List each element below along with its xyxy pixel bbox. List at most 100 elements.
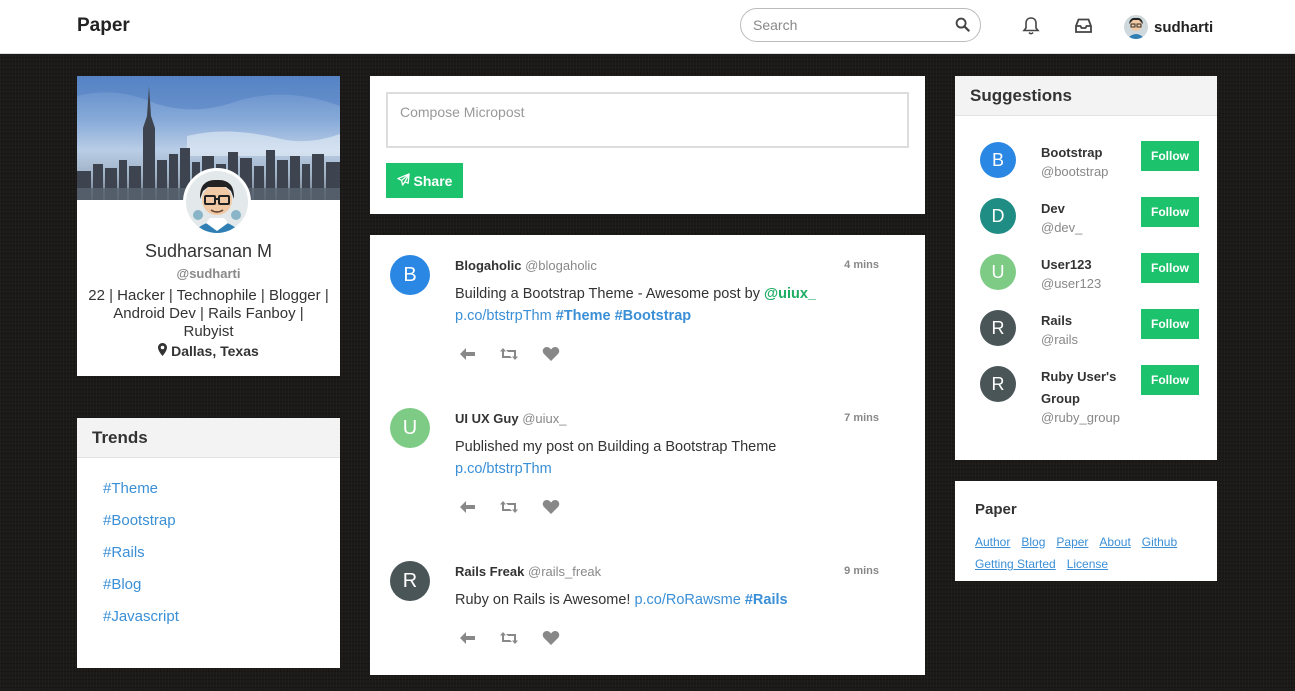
post-author[interactable]: Rails Freak xyxy=(455,564,524,579)
footer-link-blog[interactable]: Blog xyxy=(1021,535,1045,549)
post-body: Published my post on Building a Bootstra… xyxy=(455,436,885,480)
trend-link[interactable]: #Rails xyxy=(103,544,145,561)
post-link[interactable]: p.co/RoRawsme xyxy=(634,592,740,608)
post-avatar[interactable]: B xyxy=(390,255,430,295)
suggestion-item: U User123 @user123 Follow xyxy=(955,253,1217,310)
suggestion-avatar[interactable]: U xyxy=(980,254,1016,290)
post-link[interactable]: p.co/btstrpThm xyxy=(455,308,552,324)
retweet-icon[interactable] xyxy=(498,345,520,363)
trends-title: Trends xyxy=(77,418,340,458)
suggestion-name[interactable]: Dev xyxy=(1041,198,1131,220)
compose-micropost-input[interactable] xyxy=(386,92,909,148)
post-mention[interactable]: @uiux_ xyxy=(764,286,816,302)
trend-link[interactable]: #Javascript xyxy=(103,608,179,625)
suggestion-name[interactable]: User123 xyxy=(1041,254,1131,276)
search-icon[interactable] xyxy=(955,17,970,37)
retweet-icon[interactable] xyxy=(498,629,520,647)
profile-avatar[interactable] xyxy=(183,168,251,236)
post-actions xyxy=(456,498,562,516)
inbox-icon[interactable] xyxy=(1074,17,1093,39)
top-navbar: Paper sudharti xyxy=(0,0,1295,54)
footer-link-about[interactable]: About xyxy=(1099,535,1130,549)
trends-panel: Trends #Theme #Bootstrap #Rails #Blog #J… xyxy=(77,418,340,668)
footer-card: Paper Author Blog Paper About Github Getting … xyxy=(955,481,1217,581)
follow-button[interactable]: Follow xyxy=(1141,309,1199,339)
footer-link-github[interactable]: Github xyxy=(1142,535,1177,549)
suggestion-name[interactable]: Ruby User's Group xyxy=(1041,366,1131,410)
post-hashtag[interactable]: #Theme xyxy=(556,308,611,324)
avatar xyxy=(1124,15,1148,39)
post-body: Ruby on Rails is Awesome! p.co/RoRawsme … xyxy=(455,589,885,611)
post-link[interactable]: p.co/btstrpThm xyxy=(455,461,552,477)
username: sudharti xyxy=(1154,18,1214,36)
post-meta: Blogaholic @blogaholic xyxy=(455,258,597,273)
suggestion-item: R Ruby User's Group @ruby_group Follow xyxy=(955,365,1217,425)
follow-button[interactable]: Follow xyxy=(1141,365,1199,395)
suggestion-name[interactable]: Rails xyxy=(1041,310,1131,332)
post-avatar[interactable]: U xyxy=(390,408,430,448)
suggestion-handle: @user123 xyxy=(1041,276,1102,291)
follow-button[interactable]: Follow xyxy=(1141,197,1199,227)
feed-post: U UI UX Guy @uiux_ 7 mins Published my p… xyxy=(370,388,925,538)
location-text: Dallas, Texas xyxy=(171,343,259,359)
profile-bio: 22 | Hacker | Technophile | Blogger | An… xyxy=(88,287,329,340)
post-meta: Rails Freak @rails_freak xyxy=(455,564,601,579)
post-text: Published my post on Building a Bootstra… xyxy=(455,439,777,455)
follow-button[interactable]: Follow xyxy=(1141,253,1199,283)
footer-links: Author Blog Paper About Github Getting Starte… xyxy=(975,531,1205,575)
suggestion-handle: @rails xyxy=(1041,332,1079,347)
post-handle[interactable]: @blogaholic xyxy=(525,258,597,273)
footer-link-author[interactable]: Author xyxy=(975,535,1010,549)
post-author[interactable]: UI UX Guy xyxy=(455,411,519,426)
post-actions xyxy=(456,345,562,363)
suggestion-avatar[interactable]: R xyxy=(980,310,1016,346)
post-hashtag[interactable]: #Bootstrap xyxy=(615,308,692,324)
reply-icon[interactable] xyxy=(456,345,478,363)
post-time: 7 mins xyxy=(844,412,879,424)
post-time: 4 mins xyxy=(844,259,879,271)
trend-link[interactable]: #Bootstrap xyxy=(103,512,176,529)
share-button[interactable]: Share xyxy=(386,163,463,198)
profile-location: Dallas, Texas xyxy=(77,343,340,359)
suggestion-avatar[interactable]: B xyxy=(980,142,1016,178)
reply-icon[interactable] xyxy=(456,629,478,647)
post-body: Building a Bootstrap Theme - Awesome pos… xyxy=(455,283,885,327)
trend-link[interactable]: #Blog xyxy=(103,576,141,593)
user-menu[interactable]: sudharti xyxy=(1124,14,1213,40)
reply-icon[interactable] xyxy=(456,498,478,516)
share-label: Share xyxy=(413,172,453,189)
search-box xyxy=(740,8,981,42)
suggestion-name[interactable]: Bootstrap xyxy=(1041,142,1131,164)
heart-icon[interactable] xyxy=(540,498,562,516)
profile-name: Sudharsanan M xyxy=(144,241,273,261)
bell-icon[interactable] xyxy=(1022,16,1040,41)
brand-logo[interactable]: Paper xyxy=(77,15,130,37)
compose-card: Share xyxy=(370,76,925,214)
post-author[interactable]: Blogaholic xyxy=(455,258,521,273)
profile-handle: @sudharti xyxy=(176,266,241,281)
retweet-icon[interactable] xyxy=(498,498,520,516)
suggestion-avatar[interactable]: R xyxy=(980,366,1016,402)
post-meta: UI UX Guy @uiux_ xyxy=(455,411,566,426)
footer-title: Paper xyxy=(975,501,1017,518)
heart-icon[interactable] xyxy=(540,345,562,363)
post-avatar[interactable]: R xyxy=(390,561,430,601)
footer-link-license[interactable]: License xyxy=(1067,557,1108,571)
post-handle[interactable]: @uiux_ xyxy=(522,411,566,426)
suggestions-panel: Suggestions B Bootstrap @bootstrap Follo… xyxy=(955,76,1217,460)
profile-card: Sudharsanan M @sudharti 22 | Hacker | Te… xyxy=(77,76,340,376)
trend-link[interactable]: #Theme xyxy=(103,480,158,497)
follow-button[interactable]: Follow xyxy=(1141,141,1199,171)
heart-icon[interactable] xyxy=(540,629,562,647)
post-text: Ruby on Rails is Awesome! xyxy=(455,592,635,608)
post-handle[interactable]: @rails_freak xyxy=(528,564,601,579)
suggestion-avatar[interactable]: D xyxy=(980,198,1016,234)
footer-link-paper[interactable]: Paper xyxy=(1056,535,1088,549)
suggestion-item: D Dev @dev_ Follow xyxy=(955,197,1217,254)
suggestion-item: R Rails @rails Follow xyxy=(955,309,1217,366)
post-hashtag[interactable]: #Rails xyxy=(745,592,788,608)
search-input[interactable] xyxy=(753,17,943,33)
feed-post: B Blogaholic @blogaholic 4 mins Building… xyxy=(370,235,925,385)
post-text: Building a Bootstrap Theme - Awesome pos… xyxy=(455,286,764,302)
footer-link-getting-started[interactable]: Getting Started xyxy=(975,557,1056,571)
